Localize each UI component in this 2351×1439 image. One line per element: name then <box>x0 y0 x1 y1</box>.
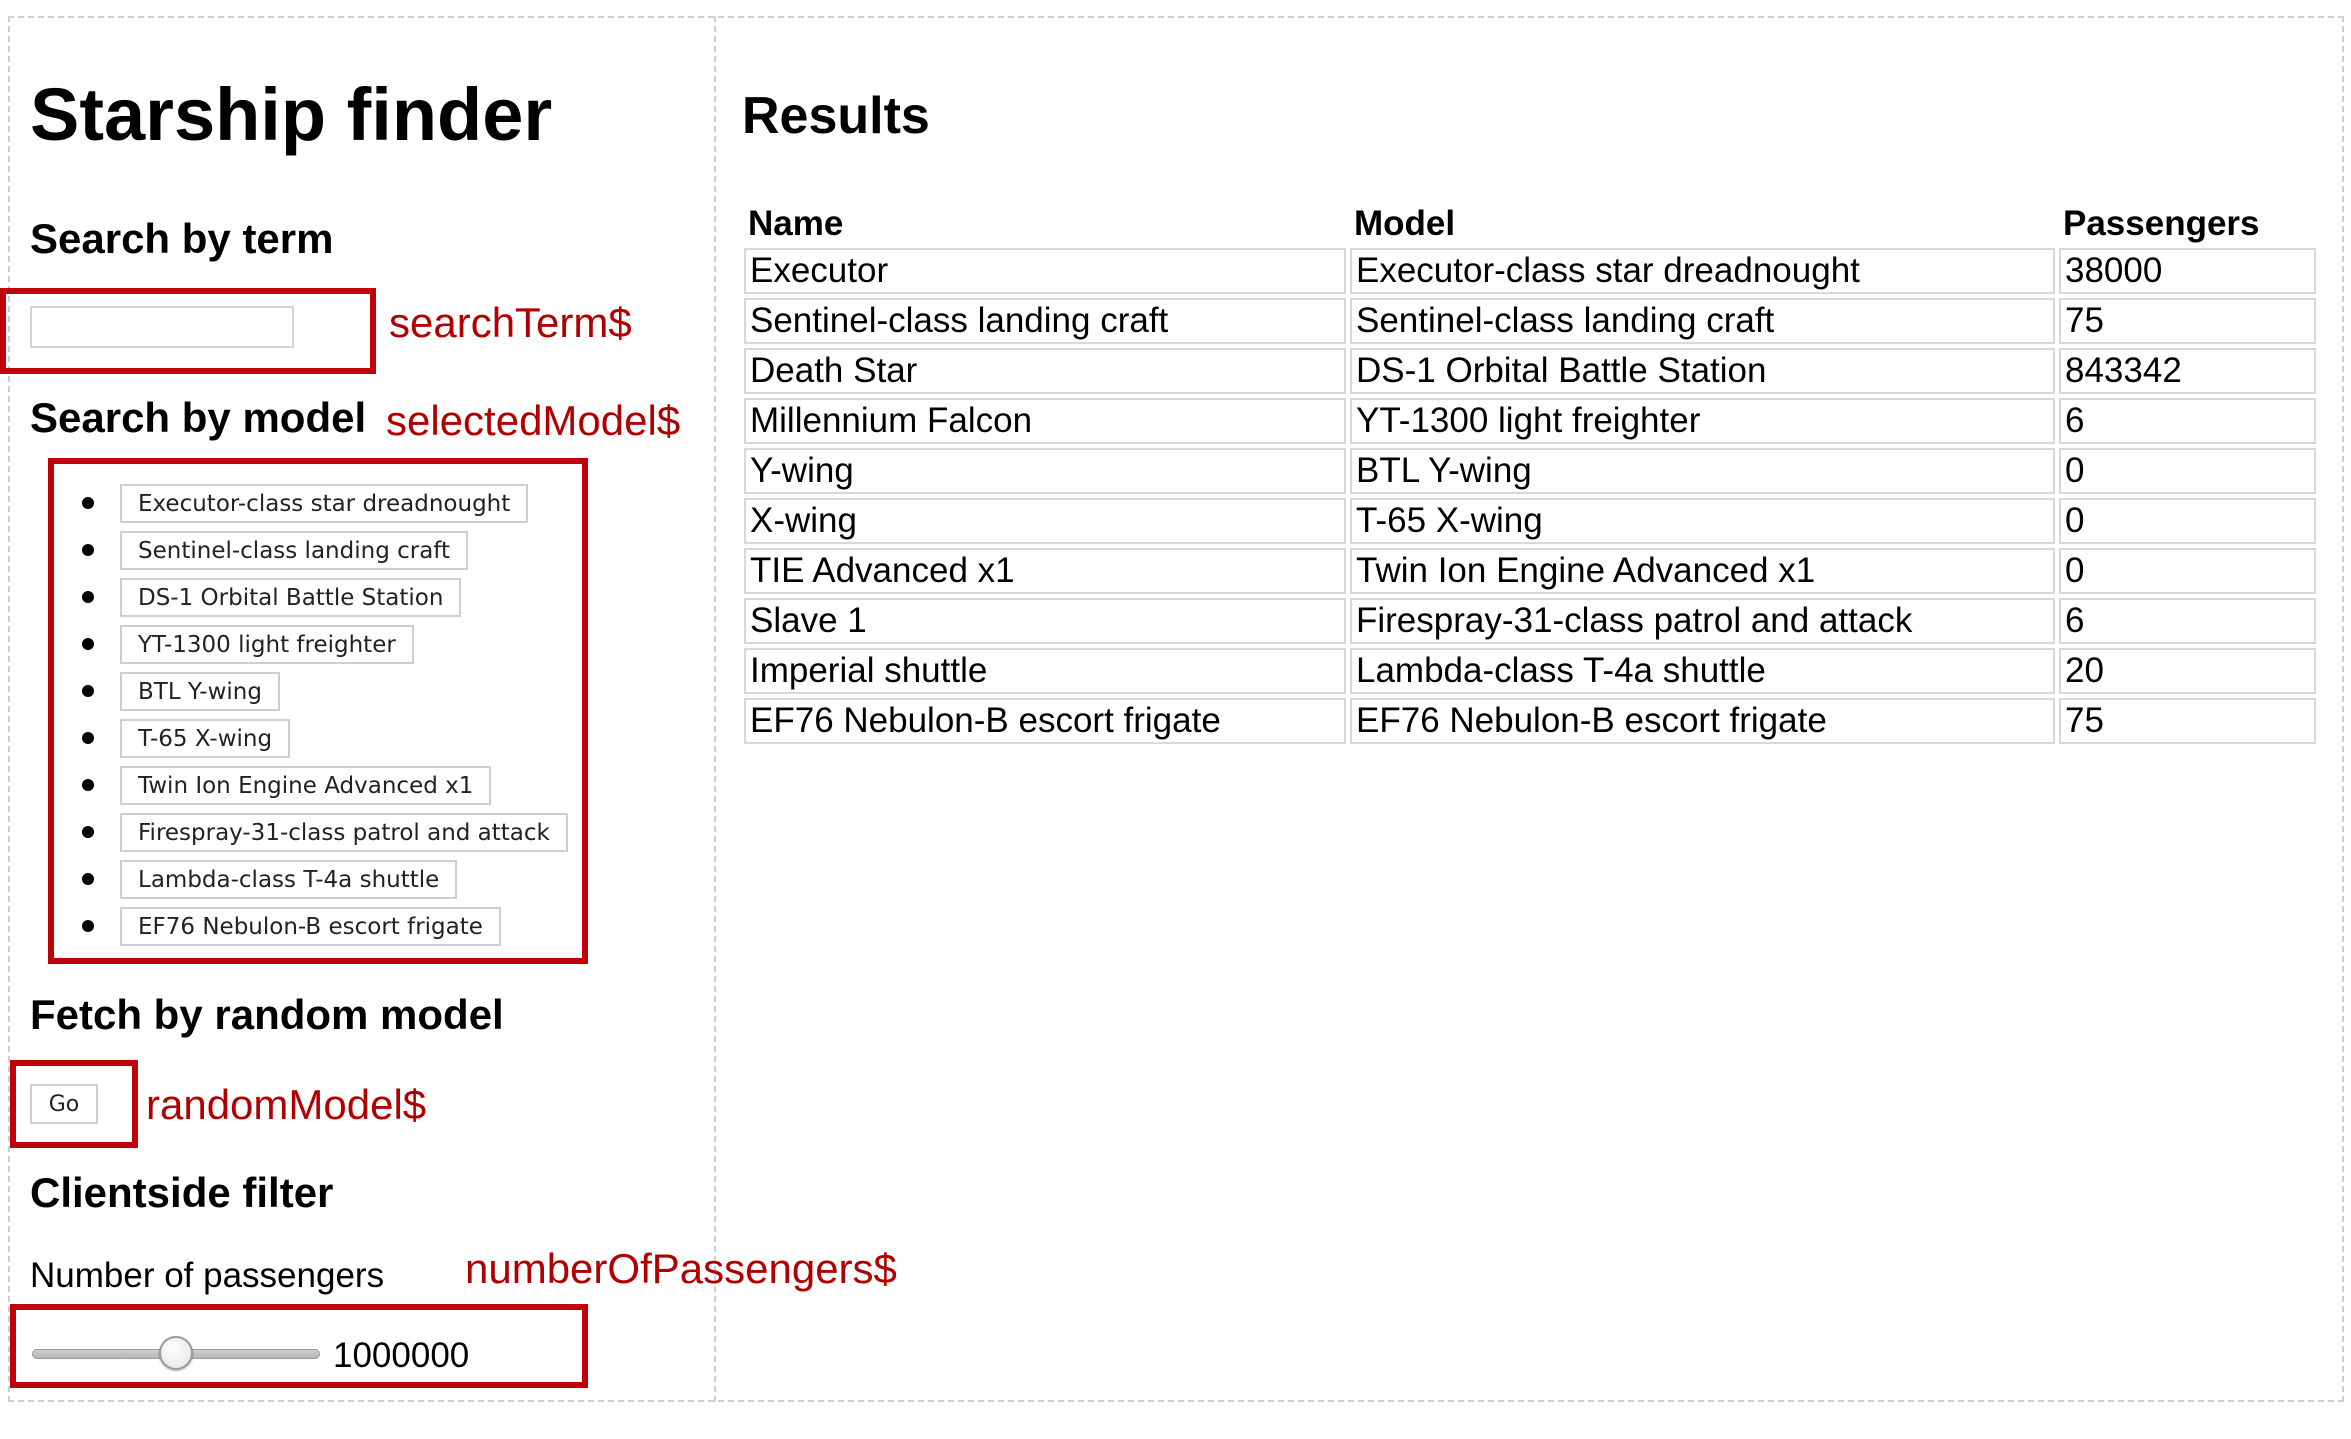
bullet-icon <box>82 497 94 509</box>
cell-name: Y-wing <box>744 448 1346 494</box>
cell-model: DS-1 Orbital Battle Station <box>1350 348 2055 394</box>
bullet-icon <box>82 826 94 838</box>
bullet-icon <box>82 920 94 932</box>
search-term-heading: Search by term <box>30 215 334 262</box>
model-button[interactable]: Lambda-class T-4a shuttle <box>120 860 458 899</box>
model-button[interactable]: Executor-class star dreadnought <box>120 484 529 523</box>
model-list-item: Sentinel-class landing craft <box>78 527 568 574</box>
table-row: Executor Executor-class star dreadnought 3… <box>744 248 2316 294</box>
bullet-icon <box>82 544 94 556</box>
model-button[interactable]: EF76 Nebulon-B escort frigate <box>120 907 501 946</box>
model-list-item: T-65 X-wing <box>78 715 568 762</box>
table-row: X-wing T-65 X-wing 0 <box>744 498 2316 544</box>
cell-passengers: 75 <box>2059 698 2316 744</box>
column-header-name: Name <box>748 204 844 243</box>
cell-name: X-wing <box>744 498 1346 544</box>
passenger-slider-thumb[interactable] <box>159 1336 193 1370</box>
cell-passengers: 0 <box>2059 448 2316 494</box>
table-row: Y-wing BTL Y-wing 0 <box>744 448 2316 494</box>
cell-model: T-65 X-wing <box>1350 498 2055 544</box>
bullet-icon <box>82 873 94 885</box>
model-list-item: Lambda-class T-4a shuttle <box>78 856 568 903</box>
cell-passengers: 6 <box>2059 598 2316 644</box>
bullet-icon <box>82 638 94 650</box>
model-list-item: Twin Ion Engine Advanced x1 <box>78 762 568 809</box>
cell-model: Lambda-class T-4a shuttle <box>1350 648 2055 694</box>
cell-model: EF76 Nebulon-B escort frigate <box>1350 698 2055 744</box>
search-term-annotation: searchTerm$ <box>389 299 632 346</box>
random-model-heading: Fetch by random model <box>30 991 504 1038</box>
cell-model: Twin Ion Engine Advanced x1 <box>1350 548 2055 594</box>
cell-passengers: 843342 <box>2059 348 2316 394</box>
cell-model: Executor-class star dreadnought <box>1350 248 2055 294</box>
model-button[interactable]: BTL Y-wing <box>120 672 280 711</box>
cell-name: TIE Advanced x1 <box>744 548 1346 594</box>
model-button[interactable]: DS-1 Orbital Battle Station <box>120 578 462 617</box>
model-list-item: EF76 Nebulon-B escort frigate <box>78 903 568 950</box>
table-row: Sentinel-class landing craft Sentinel-cla… <box>744 298 2316 344</box>
results-title: Results <box>742 87 930 145</box>
model-list-item: Executor-class star dreadnought <box>78 480 568 527</box>
bullet-icon <box>82 685 94 697</box>
table-row: Slave 1 Firespray-31-class patrol and att… <box>744 598 2316 644</box>
cell-name: EF76 Nebulon-B escort frigate <box>744 698 1346 744</box>
passenger-slider-label: Number of passengers <box>30 1256 385 1295</box>
cell-name: Imperial shuttle <box>744 648 1346 694</box>
cell-passengers: 0 <box>2059 498 2316 544</box>
model-list-item: YT-1300 light freighter <box>78 621 568 668</box>
selected-model-annotation: selectedModel$ <box>386 397 681 444</box>
go-button[interactable]: Go <box>30 1084 98 1124</box>
number-of-passengers-annotation: numberOfPassengers$ <box>465 1245 897 1292</box>
cell-passengers: 0 <box>2059 548 2316 594</box>
cell-model: YT-1300 light freighter <box>1350 398 2055 444</box>
model-list-item: Firespray-31-class patrol and attack <box>78 809 568 856</box>
cell-passengers: 6 <box>2059 398 2316 444</box>
cell-name: Executor <box>744 248 1346 294</box>
table-row: EF76 Nebulon-B escort frigate EF76 Nebulo… <box>744 698 2316 744</box>
slider-highlight-box <box>10 1304 588 1388</box>
client-filter-heading: Clientside filter <box>30 1169 334 1216</box>
panel-divider <box>714 16 716 1402</box>
model-list-item: BTL Y-wing <box>78 668 568 715</box>
bullet-icon <box>82 732 94 744</box>
cell-model: Firespray-31-class patrol and attack <box>1350 598 2055 644</box>
cell-passengers: 20 <box>2059 648 2316 694</box>
bullet-icon <box>82 591 94 603</box>
model-button[interactable]: T-65 X-wing <box>120 719 291 758</box>
results-table: Name Model Passengers Executor Executor-c… <box>740 194 2320 748</box>
cell-passengers: 75 <box>2059 298 2316 344</box>
cell-name: Millennium Falcon <box>744 398 1346 444</box>
bullet-icon <box>82 779 94 791</box>
search-model-heading: Search by model <box>30 394 367 441</box>
column-header-model: Model <box>1354 204 1456 243</box>
cell-name: Death Star <box>744 348 1346 394</box>
page-title: Starship finder <box>30 73 553 156</box>
model-list-item: DS-1 Orbital Battle Station <box>78 574 568 621</box>
model-button[interactable]: Sentinel-class landing craft <box>120 531 469 570</box>
model-list: Executor-class star dreadnought Sentinel-… <box>78 480 568 950</box>
search-input[interactable] <box>30 306 294 348</box>
table-row: Millennium Falcon YT-1300 light freighter… <box>744 398 2316 444</box>
model-button[interactable]: Firespray-31-class patrol and attack <box>120 813 568 852</box>
results-header-row: Name Model Passengers <box>744 198 2316 244</box>
cell-name: Sentinel-class landing craft <box>744 298 1346 344</box>
cell-model: Sentinel-class landing craft <box>1350 298 2055 344</box>
table-row: Imperial shuttle Lambda-class T-4a shuttl… <box>744 648 2316 694</box>
column-header-passengers: Passengers <box>2063 204 2260 243</box>
table-row: TIE Advanced x1 Twin Ion Engine Advanced … <box>744 548 2316 594</box>
model-button[interactable]: Twin Ion Engine Advanced x1 <box>120 766 492 805</box>
table-row: Death Star DS-1 Orbital Battle Station 843… <box>744 348 2316 394</box>
model-button[interactable]: YT-1300 light freighter <box>120 625 414 664</box>
cell-model: BTL Y-wing <box>1350 448 2055 494</box>
cell-name: Slave 1 <box>744 598 1346 644</box>
passenger-slider-value: 1000000 <box>333 1336 470 1375</box>
cell-passengers: 38000 <box>2059 248 2316 294</box>
random-model-annotation: randomModel$ <box>146 1081 427 1128</box>
